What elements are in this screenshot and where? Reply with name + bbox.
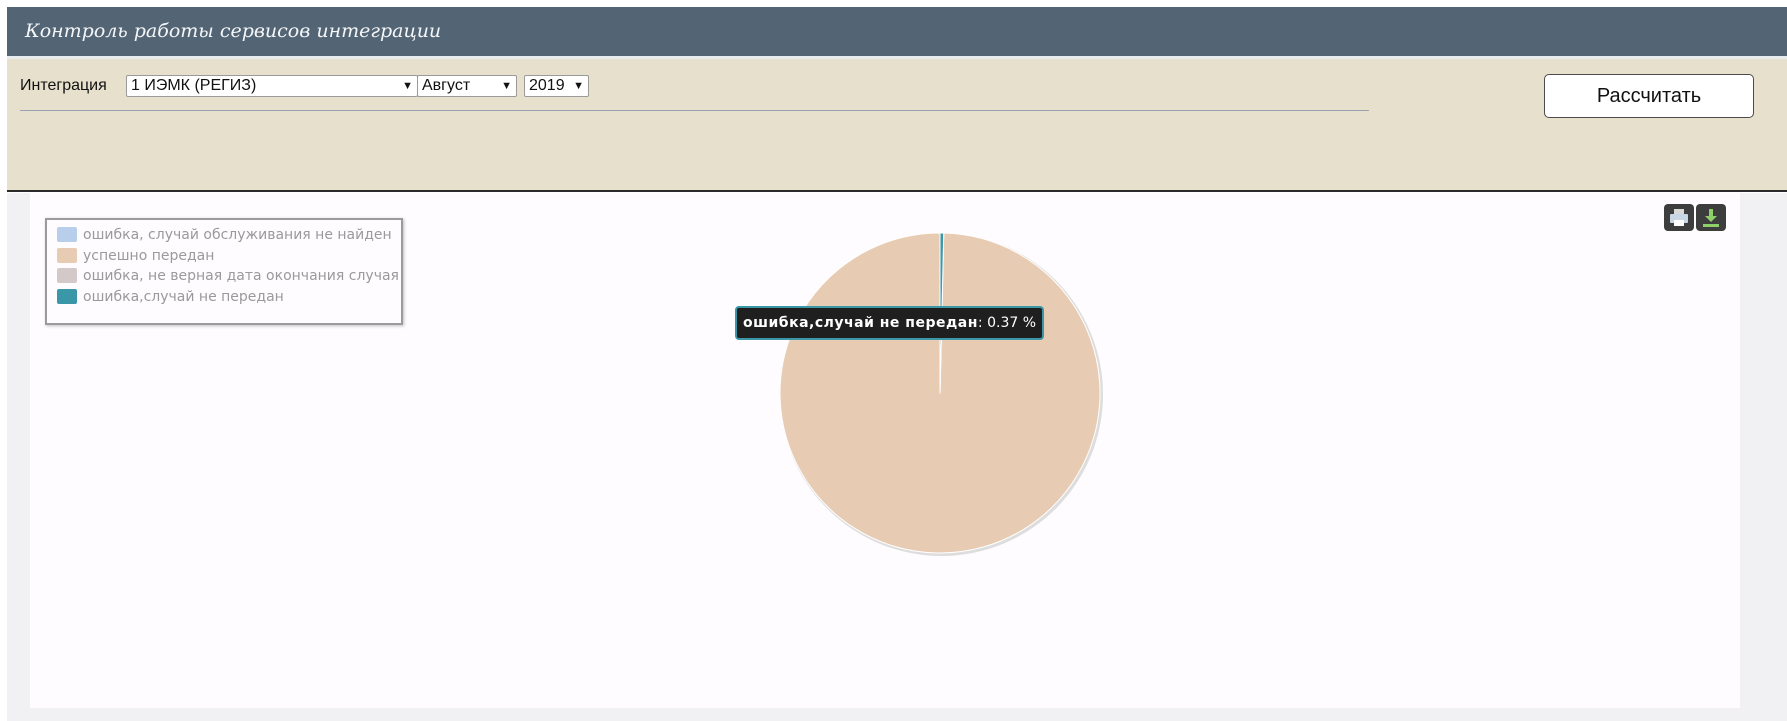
year-select[interactable]: 2019 ▼ bbox=[524, 75, 589, 97]
month-select-value: Август bbox=[422, 77, 471, 94]
integration-label: Интеграция bbox=[20, 77, 107, 94]
print-button[interactable] bbox=[1664, 204, 1694, 231]
integration-select-value: 1 ИЭМК (РЕГИЗ) bbox=[131, 77, 257, 94]
page-header: Контроль работы сервисов интеграции bbox=[7, 7, 1787, 59]
legend-label: ошибка, не верная дата окончания случая bbox=[83, 268, 399, 284]
dropdown-arrow-icon: ▼ bbox=[501, 80, 512, 92]
integration-select[interactable]: 1 ИЭМК (РЕГИЗ) ▼ bbox=[126, 75, 418, 97]
legend-label: ошибка,случай не передан bbox=[83, 289, 284, 305]
legend-label: успешно передан bbox=[83, 248, 215, 264]
legend-item-not-found[interactable]: ошибка, случай обслуживания не найден bbox=[57, 226, 392, 244]
legend-item-not-sent[interactable]: ошибка,случай не передан bbox=[57, 288, 284, 306]
legend-swatch bbox=[57, 248, 77, 263]
dropdown-arrow-icon: ▼ bbox=[573, 80, 584, 92]
chart-panel: ошибка, случай обслуживания не найден ус… bbox=[30, 193, 1740, 708]
legend-item-wrong-date[interactable]: ошибка, не верная дата окончания случая bbox=[57, 267, 399, 285]
filter-bar: Интеграция 1 ИЭМК (РЕГИЗ) ▼ Август ▼ 201… bbox=[7, 59, 1787, 192]
year-select-value: 2019 bbox=[529, 77, 565, 94]
printer-icon bbox=[1670, 209, 1688, 226]
chart-legend: ошибка, случай обслуживания не найден ус… bbox=[45, 218, 403, 325]
tooltip-series-name: ошибка,случай не передан bbox=[743, 315, 978, 331]
filter-divider bbox=[20, 110, 1369, 111]
legend-swatch bbox=[57, 289, 77, 304]
download-button[interactable] bbox=[1696, 204, 1726, 231]
calculate-button[interactable]: Рассчитать bbox=[1544, 74, 1754, 118]
legend-label: ошибка, случай обслуживания не найден bbox=[83, 227, 392, 243]
chart-tooltip: ошибка,случай не передан: 0.37 % bbox=[735, 306, 1045, 340]
download-icon bbox=[1703, 209, 1719, 227]
page-title: Контроль работы сервисов интеграции bbox=[25, 20, 442, 42]
month-select[interactable]: Август ▼ bbox=[417, 75, 517, 97]
legend-swatch bbox=[57, 268, 77, 283]
dropdown-arrow-icon: ▼ bbox=[402, 80, 413, 92]
legend-swatch bbox=[57, 227, 77, 242]
legend-item-success[interactable]: успешно передан bbox=[57, 247, 214, 265]
tooltip-value: : 0.37 % bbox=[977, 315, 1037, 331]
chart-area: ошибка, случай обслуживания не найден ус… bbox=[7, 193, 1787, 721]
